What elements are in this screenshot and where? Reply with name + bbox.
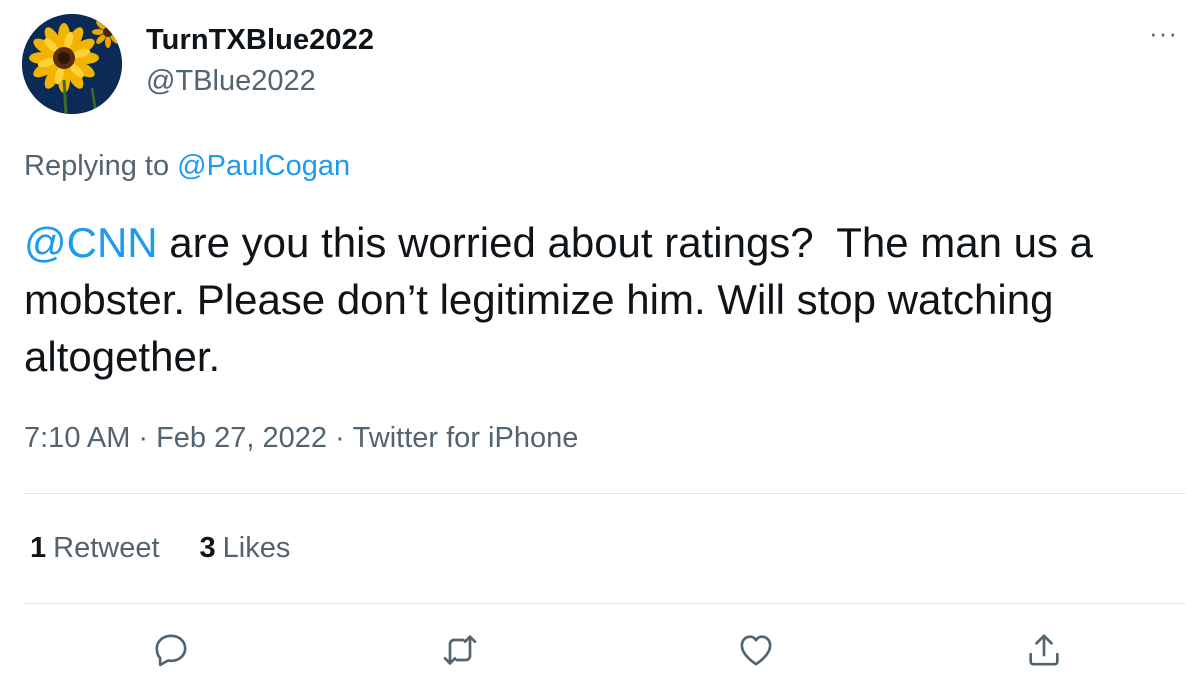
- tweet-source[interactable]: Twitter for iPhone: [353, 422, 579, 454]
- retweet-button[interactable]: [438, 628, 482, 672]
- reply-mention-link[interactable]: @PaulCogan: [177, 150, 350, 182]
- divider: [24, 603, 1186, 604]
- tweet-mention-link[interactable]: @CNN: [24, 219, 158, 266]
- likes-count: 3: [199, 532, 216, 564]
- like-button[interactable]: [734, 628, 778, 672]
- retweets-label: Retweet: [53, 532, 160, 564]
- share-icon: [1029, 634, 1059, 666]
- tweet-body: are you this worried about ratings? The …: [24, 219, 1105, 380]
- avatar[interactable]: [22, 14, 122, 114]
- more-options-icon[interactable]: ···: [1149, 18, 1178, 49]
- tweet-meta: 7:10 AM · Feb 27, 2022 · Twitter for iPhone: [24, 422, 578, 455]
- heart-icon: [740, 635, 772, 666]
- sunflower-avatar-icon: [22, 14, 122, 114]
- tweet-date[interactable]: Feb 27, 2022: [156, 422, 327, 454]
- display-name[interactable]: TurnTXBlue2022: [146, 24, 374, 57]
- likes-stat[interactable]: 3 Likes: [200, 532, 291, 565]
- tweet-stats: 1 Retweet 3 Likes: [30, 532, 330, 565]
- reply-icon: [155, 634, 187, 667]
- retweet-icon: [443, 635, 477, 665]
- retweets-stat[interactable]: 1 Retweet: [30, 532, 160, 565]
- meta-separator: ·: [138, 422, 149, 454]
- meta-separator: ·: [335, 422, 345, 454]
- retweets-count: 1: [30, 532, 47, 564]
- replying-prefix: Replying to: [24, 150, 178, 182]
- tweet-text: @CNN are you this worried about ratings?…: [24, 214, 1184, 385]
- reply-button[interactable]: [149, 628, 193, 672]
- divider: [24, 493, 1186, 494]
- replying-to: Replying to @PaulCogan: [24, 150, 350, 183]
- tweet-time[interactable]: 7:10 AM: [24, 422, 130, 454]
- share-button[interactable]: [1022, 628, 1066, 672]
- likes-label: Likes: [222, 532, 291, 564]
- user-handle[interactable]: @TBlue2022: [146, 65, 316, 98]
